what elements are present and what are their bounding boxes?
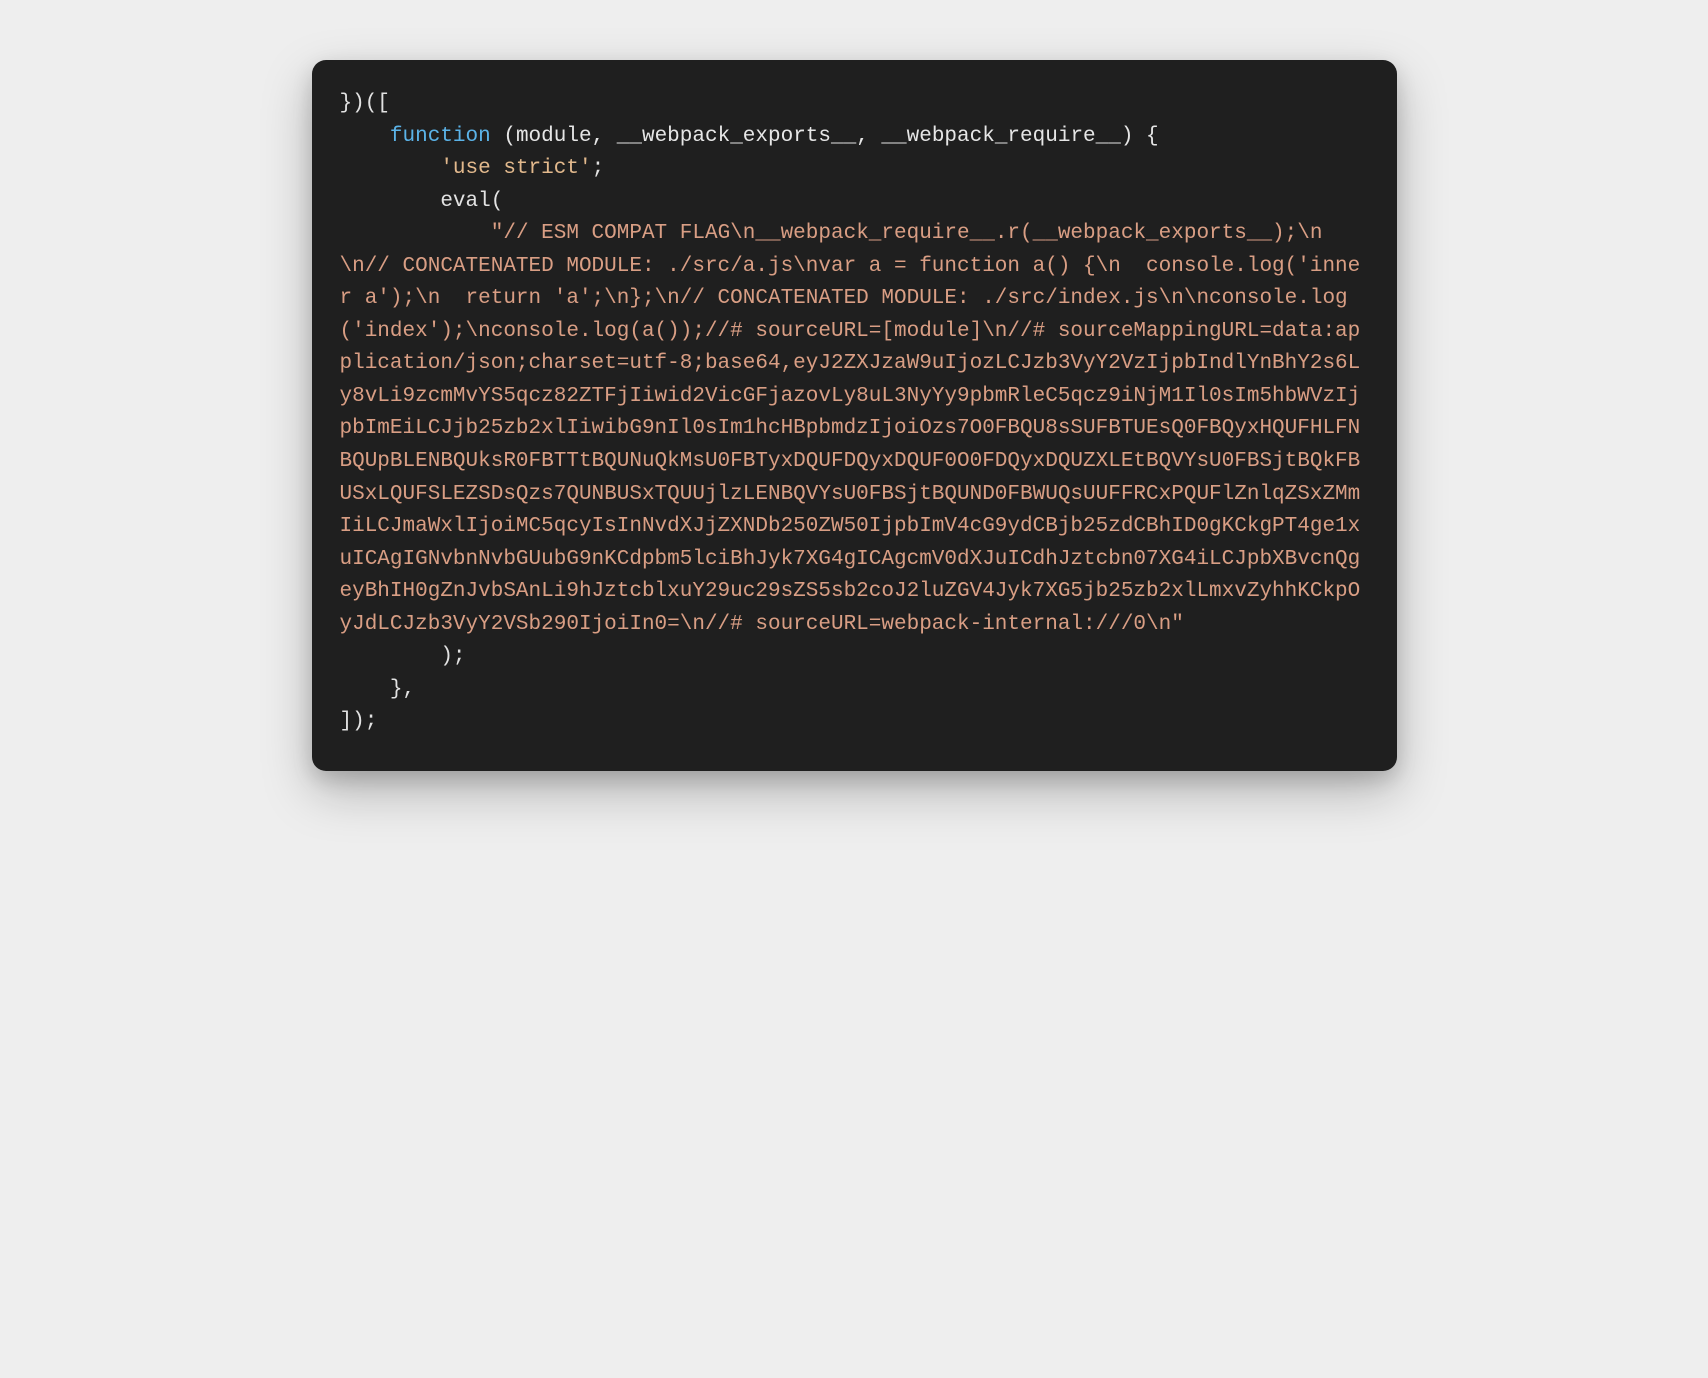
code-token: ]); [340, 710, 378, 733]
code-token: eval( [340, 190, 504, 213]
code-token: })([ [340, 92, 390, 115]
code-token [340, 125, 390, 148]
code-token: ; [592, 157, 605, 180]
code-token: }, [340, 678, 416, 701]
code-keyword-function: function [390, 125, 491, 148]
code-token [340, 222, 491, 245]
code-content: })([ function (module, __webpack_exports… [340, 88, 1369, 739]
code-token [340, 157, 441, 180]
code-token: (module, __webpack_exports__, __webpack_… [491, 125, 1159, 148]
code-string-literal: "// ESM COMPAT FLAG\n__webpack_require__… [340, 222, 1361, 636]
code-token: ); [340, 645, 466, 668]
code-string: 'use strict' [440, 157, 591, 180]
code-block-card: })([ function (module, __webpack_exports… [312, 60, 1397, 771]
